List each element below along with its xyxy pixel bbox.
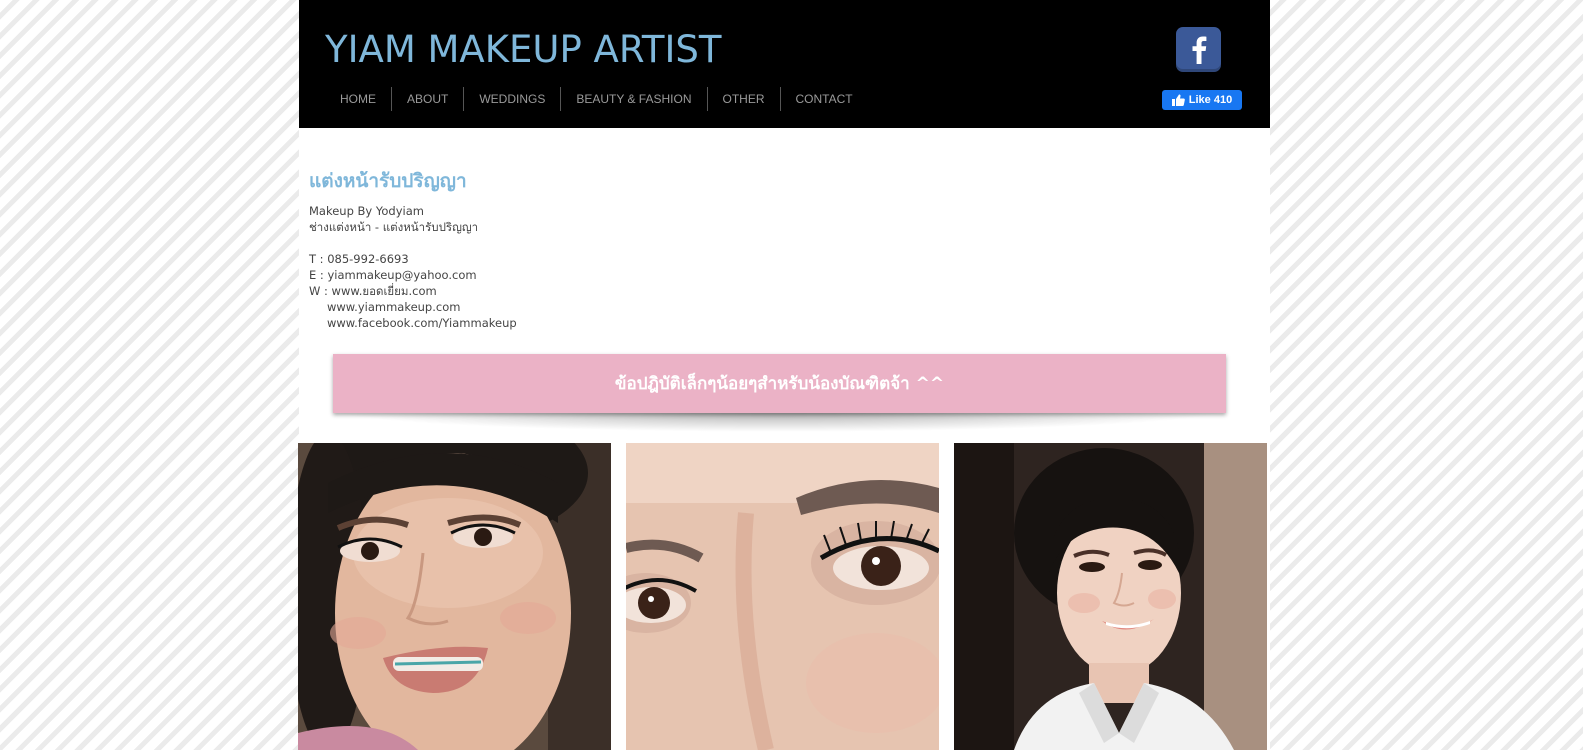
subtitle: ช่างแต่งหน้า - แต่งหน้ารับปริญญา <box>309 220 479 234</box>
website-1: W : www.ยอดเยี่ยม.com <box>309 284 437 298</box>
nav-about[interactable]: ABOUT <box>391 87 463 111</box>
main-nav: HOME ABOUT WEDDINGS BEAUTY & FASHION OTH… <box>325 87 868 111</box>
banner-shadow <box>329 410 1229 432</box>
website-3: www.facebook.com/Yiammakeup <box>327 316 517 330</box>
nav-home[interactable]: HOME <box>325 87 391 111</box>
facebook-icon[interactable] <box>1176 27 1221 72</box>
site-header: YIAM MAKEUP ARTIST HOME ABOUT WEDDINGS B… <box>299 0 1270 128</box>
page-title: แต่งหน้ารับปริญญา <box>309 170 467 192</box>
portrait-smile-image <box>954 443 1267 750</box>
eye-closeup-image <box>626 443 939 750</box>
nav-contact[interactable]: CONTACT <box>779 87 868 111</box>
byline: Makeup By Yodyiam <box>309 204 424 218</box>
website-2: www.yiammakeup.com <box>327 300 461 314</box>
nav-other[interactable]: OTHER <box>706 87 780 111</box>
gallery-photo-1[interactable] <box>298 443 611 750</box>
email: E : yiammakeup@yahoo.com <box>309 268 477 282</box>
site-title[interactable]: YIAM MAKEUP ARTIST <box>325 28 721 71</box>
like-count-label: Like 410 <box>1188 94 1233 106</box>
facebook-f-glyph <box>1192 36 1207 64</box>
thumbs-up-icon <box>1171 94 1185 106</box>
gallery-photo-2[interactable] <box>626 443 939 750</box>
page: YIAM MAKEUP ARTIST HOME ABOUT WEDDINGS B… <box>298 0 1270 750</box>
nav-weddings[interactable]: WEDDINGS <box>463 87 560 111</box>
guidelines-banner[interactable]: ข้อปฎิบัติเล็กๆน้อยๆสำหรับน้องบัณฑิตจ้า … <box>333 354 1226 413</box>
phone: T : 085-992-6693 <box>309 252 409 266</box>
portrait-braces-image <box>298 443 611 750</box>
facebook-like-button[interactable]: Like 410 <box>1162 90 1242 110</box>
nav-beauty-fashion[interactable]: BEAUTY & FASHION <box>560 87 706 111</box>
gallery-photo-3[interactable] <box>954 443 1267 750</box>
contact-info: Makeup By Yodyiam ช่างแต่งหน้า - แต่งหน้… <box>309 203 517 331</box>
